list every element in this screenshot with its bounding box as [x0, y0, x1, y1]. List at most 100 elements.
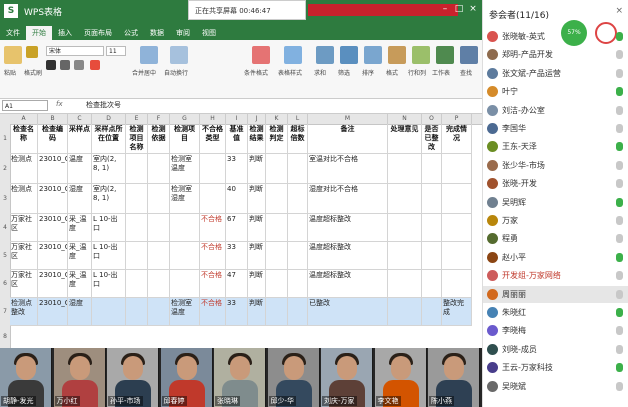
header-cell[interactable]: 基准值	[226, 124, 248, 154]
header-cell[interactable]: 检测项目	[170, 124, 200, 154]
participant-row[interactable]: 吴晓斌	[483, 378, 628, 395]
maximize-icon[interactable]: □	[454, 4, 464, 14]
table-cell[interactable]: 湿度对比不合格	[308, 184, 388, 214]
mic-icon[interactable]	[616, 234, 623, 244]
column-header[interactable]: N	[388, 114, 422, 124]
table-cell[interactable]: 检测室温度	[170, 298, 200, 326]
row-header[interactable]: 7	[0, 308, 10, 315]
table-cell[interactable]: 47	[226, 270, 248, 298]
video-tile[interactable]: 邱春婷	[160, 348, 213, 407]
table-cell[interactable]	[170, 242, 200, 270]
table-cell[interactable]	[288, 298, 308, 326]
table-cell[interactable]: 判断	[248, 214, 266, 242]
table-cell[interactable]: 温度超标整改	[308, 242, 388, 270]
screen-share-status[interactable]: 正在共享屏幕 00:46:47	[188, 0, 306, 20]
column-header[interactable]: M	[308, 114, 388, 124]
column-header[interactable]: G	[170, 114, 200, 124]
mic-icon[interactable]	[616, 363, 623, 373]
table-cell[interactable]	[126, 184, 148, 214]
table-cell[interactable]: 33	[226, 242, 248, 270]
table-cell[interactable]	[126, 214, 148, 242]
ribbon-tab[interactable]: 数据	[144, 26, 170, 40]
video-tile[interactable]: 李文艳	[374, 348, 427, 407]
column-header[interactable]: O	[422, 114, 442, 124]
video-tile[interactable]: 万小红	[53, 348, 106, 407]
table-cell[interactable]: 23010_C	[38, 270, 68, 298]
ribbon-tab[interactable]: 审阅	[170, 26, 196, 40]
table-cell[interactable]: 室内(2, 8, 1)	[92, 184, 126, 214]
table-cell[interactable]	[288, 154, 308, 184]
table-cell[interactable]: L 10-出口	[92, 270, 126, 298]
mic-icon[interactable]	[616, 142, 623, 152]
participant-row[interactable]: 万家	[483, 212, 628, 229]
participant-row[interactable]: 开发组-万家网络	[483, 267, 628, 284]
header-cell[interactable]: 检测结果	[248, 124, 266, 154]
sum-icon[interactable]	[316, 46, 334, 64]
video-tile[interactable]: 陈小燕	[428, 348, 480, 407]
header-cell[interactable]: 处理意见	[388, 124, 422, 154]
column-header[interactable]: F	[148, 114, 170, 124]
ribbon-tab[interactable]: 文件	[0, 26, 26, 40]
table-cell[interactable]: 万家社区	[10, 242, 38, 270]
mic-icon[interactable]	[616, 271, 623, 281]
participant-row[interactable]: 赵小平	[483, 249, 628, 266]
table-cell[interactable]: 不合格	[200, 270, 226, 298]
table-cell[interactable]: 判断	[248, 242, 266, 270]
header-cell[interactable]: 是否已整改	[422, 124, 442, 154]
row-header[interactable]: 6	[0, 280, 10, 287]
header-cell[interactable]: 不合格类型	[200, 124, 226, 154]
table-cell[interactable]	[422, 242, 442, 270]
table-cell[interactable]	[442, 154, 472, 184]
mic-icon[interactable]	[616, 381, 623, 391]
ribbon-tab[interactable]: 开始	[26, 26, 52, 40]
table-cell[interactable]: 23010_C	[38, 242, 68, 270]
column-header[interactable]: E	[126, 114, 148, 124]
table-cell[interactable]	[170, 270, 200, 298]
table-cell[interactable]: 万家社区	[10, 270, 38, 298]
table-cell[interactable]	[442, 270, 472, 298]
table-cell[interactable]	[200, 154, 226, 184]
mic-icon[interactable]	[616, 197, 623, 207]
table-cell[interactable]	[266, 270, 288, 298]
table-cell[interactable]	[126, 298, 148, 326]
table-cell[interactable]: L 10-出口	[92, 242, 126, 270]
column-header[interactable]: K	[266, 114, 288, 124]
participant-row[interactable]: 周丽丽	[483, 285, 628, 303]
table-cell[interactable]	[442, 184, 472, 214]
table-cell[interactable]: 采_温度	[68, 214, 92, 242]
font-name-select[interactable]: 宋体	[46, 46, 104, 56]
table-cell[interactable]: 不合格	[200, 242, 226, 270]
participant-row[interactable]: 张晓敏-英式	[483, 28, 628, 45]
row-header[interactable]: 5	[0, 252, 10, 259]
table-cell[interactable]: 不合格	[200, 214, 226, 242]
table-cell[interactable]: 湿度	[68, 184, 92, 214]
table-cell[interactable]	[148, 270, 170, 298]
table-cell[interactable]: L 10-出口	[92, 214, 126, 242]
table-cell[interactable]	[126, 270, 148, 298]
row-header[interactable]: 8	[0, 333, 10, 340]
header-cell[interactable]: 采样点所在位置	[92, 124, 126, 154]
table-cell[interactable]	[288, 214, 308, 242]
format-icon[interactable]	[388, 46, 406, 64]
table-cell[interactable]	[422, 298, 442, 326]
participant-row[interactable]: 刘晓-成员	[483, 341, 628, 358]
column-header[interactable]: D	[92, 114, 126, 124]
video-tile[interactable]: 胡静-发光	[0, 348, 52, 407]
table-cell[interactable]	[266, 242, 288, 270]
video-tile[interactable]: 孙平-市场	[107, 348, 159, 407]
table-cell[interactable]: 温度超标整改	[308, 214, 388, 242]
table-cell[interactable]: 整改完成	[442, 298, 472, 326]
row-header[interactable]: 2	[0, 165, 10, 172]
header-cell[interactable]: 超标倍数	[288, 124, 308, 154]
formula-input[interactable]: 检查批次号	[86, 100, 121, 110]
table-cell[interactable]: 湿度	[68, 298, 92, 326]
column-header[interactable]: L	[288, 114, 308, 124]
format-painter-icon[interactable]	[26, 46, 38, 58]
participant-row[interactable]: 张少华-市场	[483, 157, 628, 174]
mic-icon[interactable]	[616, 326, 623, 336]
table-cell[interactable]	[266, 184, 288, 214]
table-cell[interactable]	[148, 184, 170, 214]
participant-row[interactable]: 刘洁-办公室	[483, 102, 628, 119]
close-icon[interactable]: ×	[468, 4, 478, 14]
table-cell[interactable]	[422, 270, 442, 298]
